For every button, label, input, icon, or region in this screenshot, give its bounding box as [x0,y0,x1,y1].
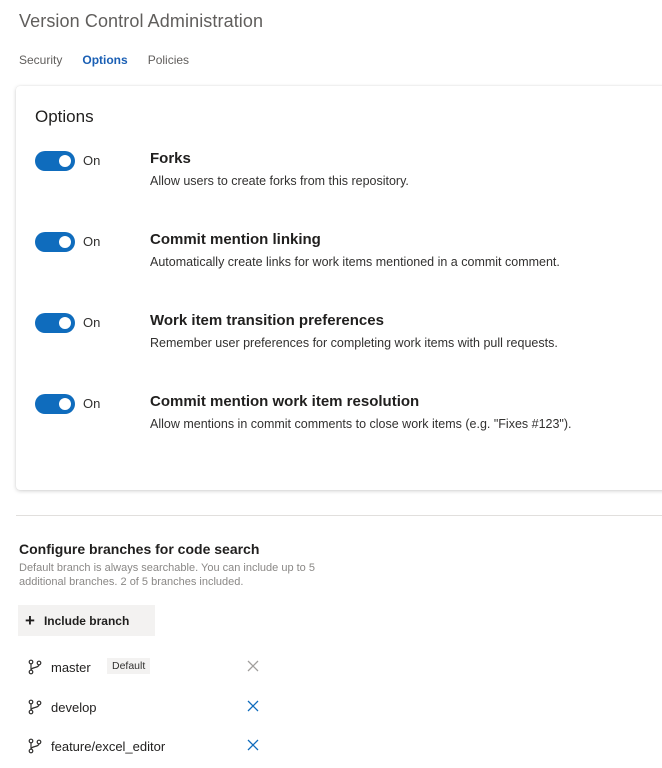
option-commit-mention-linking: On Commit mention linking Automatically … [35,229,655,273]
branch-name: master [51,660,91,675]
branch-icon [28,699,42,715]
options-card-title: Options [35,107,94,126]
branch-name: develop [51,700,97,715]
toggle-knob [59,398,71,410]
commit-mention-resolution-toggle[interactable] [35,394,75,414]
option-title: Forks [150,150,191,167]
toggle-knob [59,317,71,329]
tab-bar: Security Options Policies [19,53,209,67]
close-icon [247,660,259,672]
close-icon[interactable] [246,699,260,713]
option-description: Allow mentions in commit comments to clo… [150,417,572,431]
work-item-transition-toggle[interactable] [35,313,75,333]
branch-icon [28,738,42,754]
options-card: Options On Forks Allow users to create f… [16,86,662,490]
option-description: Automatically create links for work item… [150,255,560,269]
toggle-state-label: On [83,153,101,168]
branch-name: feature/excel_editor [51,739,166,754]
option-title: Commit mention work item resolution [150,393,420,410]
forks-toggle[interactable] [35,151,75,171]
toggle-knob [59,155,71,167]
code-search-description: Default branch is always searchable. You… [19,562,315,588]
branch-row-develop: develop [28,697,268,719]
tab-security[interactable]: Security [19,53,62,67]
toggle-knob [59,236,71,248]
branch-row-master: master Default [28,657,268,679]
plus-icon: + [25,611,35,630]
option-title: Commit mention linking [150,231,321,248]
option-description: Remember user preferences for completing… [150,336,558,350]
option-work-item-transition: On Work item transition preferences Reme… [35,310,655,354]
default-badge: Default [107,658,151,674]
include-branch-button[interactable]: + Include branch [18,605,155,636]
toggle-state-label: On [83,234,101,249]
option-commit-mention-resolution: On Commit mention work item resolution A… [35,391,655,435]
section-divider [16,515,662,516]
option-title: Work item transition preferences [150,312,384,329]
toggle-state-label: On [83,396,101,411]
page-title: Version Control Administration [19,11,264,31]
toggle-state-label: On [83,315,101,330]
tab-options[interactable]: Options [82,53,127,67]
option-forks: On Forks Allow users to create forks fro… [35,148,655,192]
include-branch-label: Include branch [43,613,130,628]
option-description: Allow users to create forks from this re… [150,174,409,188]
branch-row-feature-excel-editor: feature/excel_editor [28,736,268,758]
commit-mention-linking-toggle[interactable] [35,232,75,252]
code-search-title: Configure branches for code search [19,541,260,557]
tab-policies[interactable]: Policies [148,53,189,67]
close-icon[interactable] [246,738,260,752]
branch-icon [28,659,42,675]
